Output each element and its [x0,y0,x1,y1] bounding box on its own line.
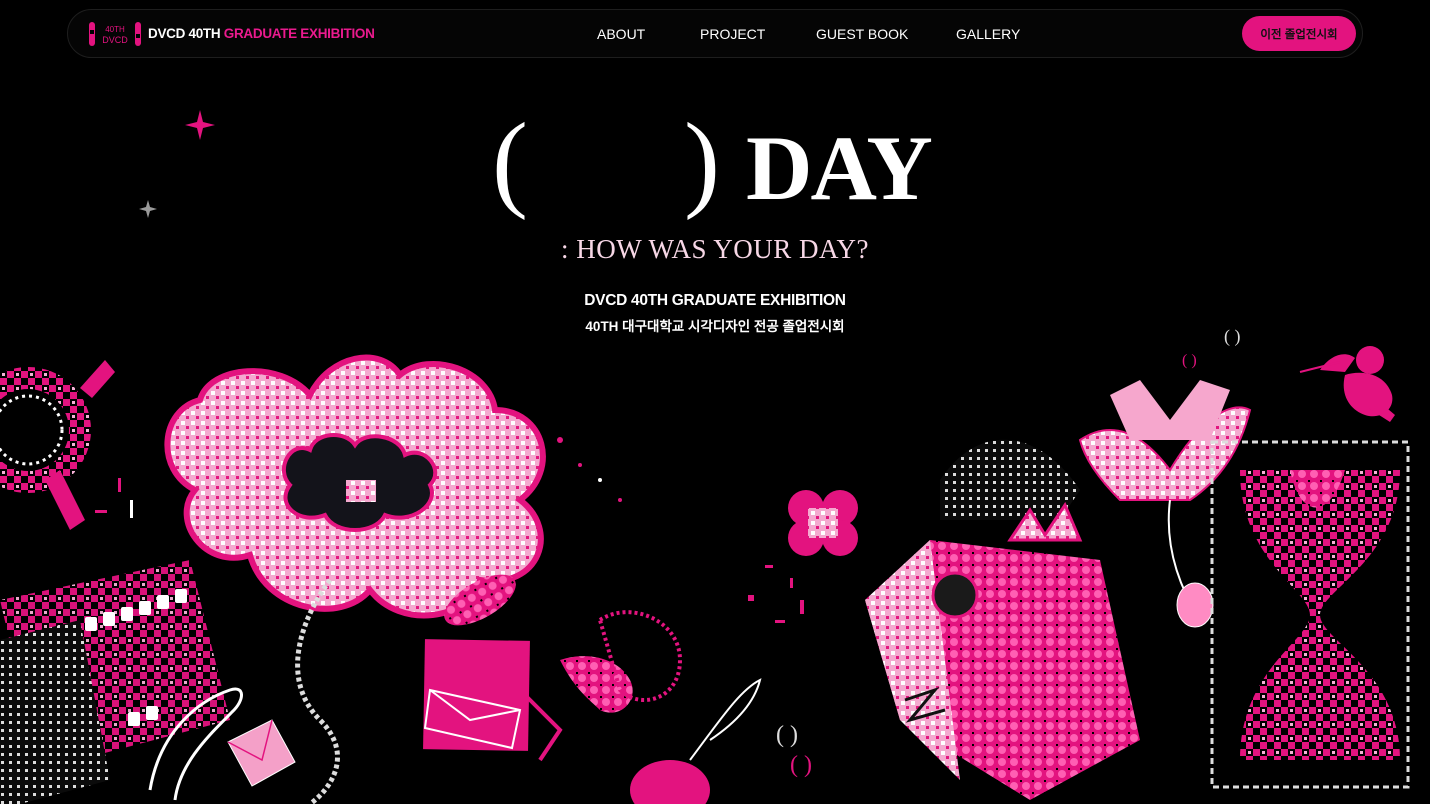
hero-paren-right: ) [684,102,720,221]
hero-day-word: DAY [746,117,933,219]
brand-title-pink: GRADUATE EXHIBITION [223,26,375,41]
hero-title: ( ) DAY [0,108,1430,224]
previous-exhibition-button[interactable]: 이전 졸업전시회 [1242,16,1356,51]
svg-text:40TH: 40TH [105,25,125,34]
brand-title-white: DVCD 40TH [148,26,224,41]
flower-icon [164,354,546,804]
envelope-icon [227,719,296,787]
nav-gallery[interactable]: GALLERY [956,26,1020,42]
dvcd-logo-icon: 40TH DVCD [89,21,141,46]
hero-paren-left: ( [492,102,528,221]
hourglass-icon [1210,440,1410,789]
brand-home-link[interactable]: 40TH DVCD DVCD 40TH GRADUATE EXHIBITION [88,21,375,47]
hero-title-en: DVCD 40TH GRADUATE EXHIBITION [584,292,846,309]
cake-box-icon [865,439,1140,800]
butterfly-icon [560,610,710,804]
small-parens-3: ( ) [776,722,798,748]
cupid-icon [1299,346,1395,422]
bow-line [689,678,762,761]
small-parens-2: ( ) [1182,352,1197,369]
swirl-line [148,687,243,801]
top-navbar: 40TH DVCD DVCD 40TH GRADUATE EXHIBITION … [67,9,1363,58]
sun-gear-icon [0,360,115,530]
small-parens-4: ( ) [790,752,812,778]
nav-project[interactable]: PROJECT [700,26,765,42]
film-strip-icon [0,560,230,804]
brand-title: DVCD 40TH GRADUATE EXHIBITION [148,26,375,41]
nav-about[interactable]: ABOUT [597,26,645,42]
hero-title-ko: 40TH 대구대학교 시각디자인 전공 졸업전시회 [585,319,845,334]
lotus-icon [1078,380,1252,628]
letter-card-icon [423,639,563,762]
clover-flower-icon [788,490,858,556]
nav-guest-book[interactable]: GUEST BOOK [816,26,908,42]
svg-text:DVCD: DVCD [102,35,128,45]
hero-subtitle: : HOW WAS YOUR DAY? [560,234,870,264]
confetti [95,437,804,623]
crown-icon [1007,501,1083,542]
